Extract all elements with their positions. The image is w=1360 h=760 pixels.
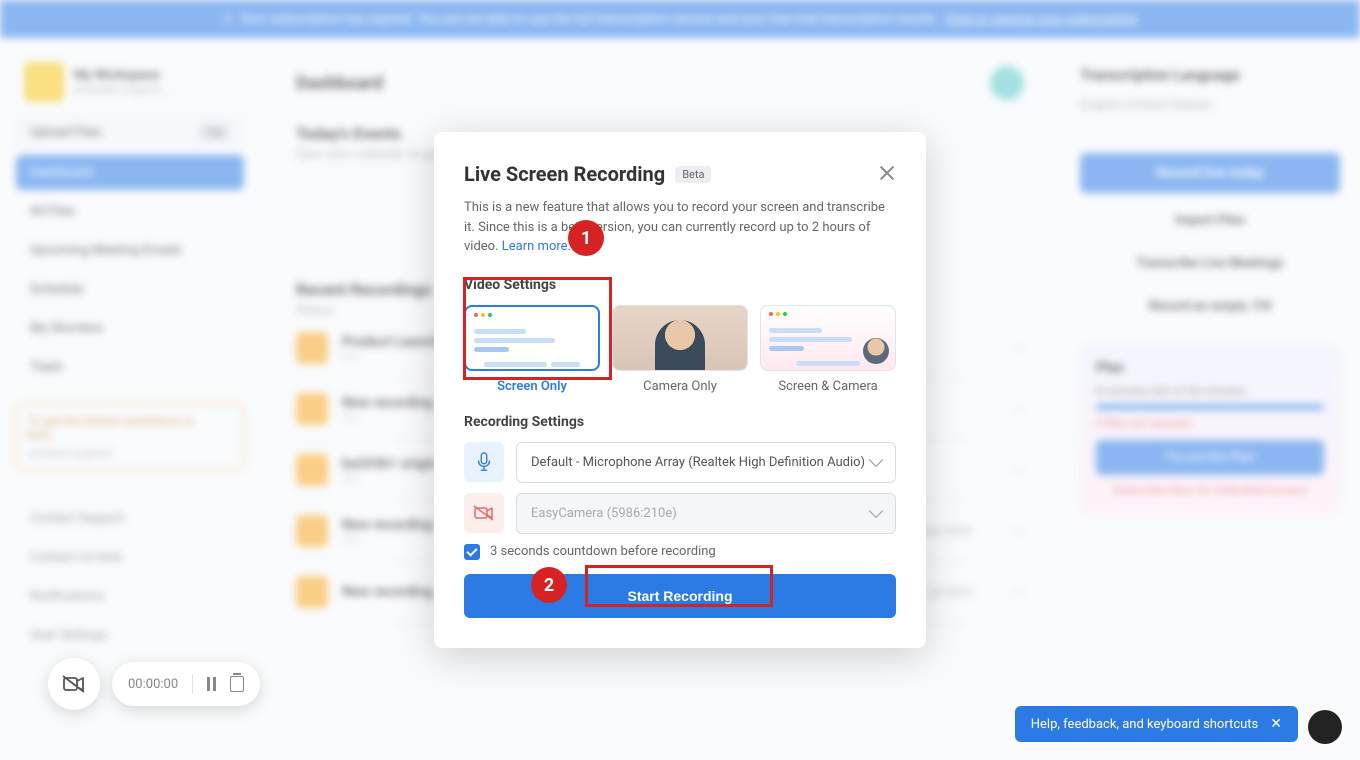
help-avatar-icon[interactable]: [1308, 710, 1342, 744]
option-screen-and-camera[interactable]: Screen & Camera: [760, 305, 896, 394]
annotation-number-2: 2: [531, 567, 567, 603]
option-camera-only[interactable]: Camera Only: [612, 305, 748, 394]
camera-select: EasyCamera (5986:210e): [516, 493, 896, 534]
widget-camera-off-icon[interactable]: [48, 658, 100, 710]
modal-description: This is a new feature that allows you to…: [464, 198, 896, 257]
chevron-down-icon: [869, 453, 883, 467]
help-close-icon[interactable]: ✕: [1270, 716, 1282, 732]
chevron-down-icon: [869, 504, 883, 518]
microphone-icon[interactable]: [464, 442, 504, 482]
close-icon[interactable]: [878, 164, 896, 182]
countdown-label: 3 seconds countdown before recording: [490, 544, 716, 559]
microphone-select[interactable]: Default - Microphone Array (Realtek High…: [516, 442, 896, 483]
recording-settings-heading: Recording Settings: [464, 414, 896, 430]
modal-title: Live Screen Recording: [464, 162, 665, 186]
help-feedback-pill[interactable]: Help, feedback, and keyboard shortcuts ✕: [1015, 706, 1298, 742]
learn-more-link[interactable]: Learn more.: [502, 239, 571, 254]
start-recording-button[interactable]: Start Recording: [464, 574, 896, 618]
option-screen-only[interactable]: Screen Only: [464, 305, 600, 394]
screen-recording-modal: Live Screen Recording Beta This is a new…: [434, 132, 926, 648]
video-settings-heading: Video Settings: [464, 277, 896, 293]
camera-off-icon[interactable]: [464, 493, 504, 533]
beta-badge: Beta: [675, 166, 711, 183]
widget-timer: 00:00:00: [128, 677, 178, 692]
widget-trash-icon[interactable]: [230, 676, 244, 692]
countdown-checkbox[interactable]: [464, 544, 480, 560]
recorder-widget: 00:00:00: [48, 658, 260, 710]
widget-pause-icon[interactable]: [207, 677, 216, 691]
annotation-number-1: 1: [568, 220, 604, 256]
